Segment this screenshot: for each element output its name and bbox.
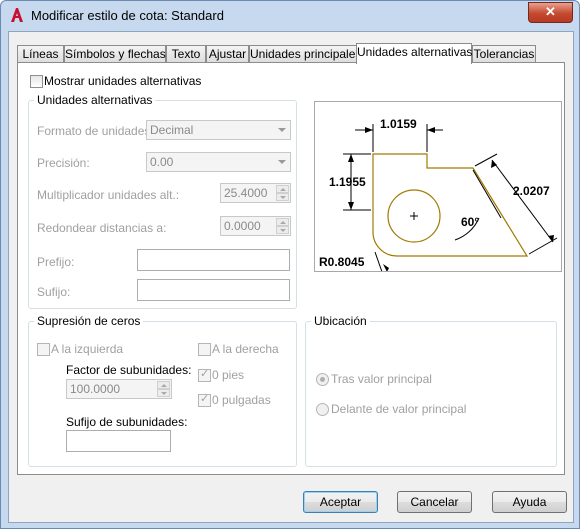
spin-up-icon[interactable] <box>276 185 289 193</box>
round-distances-spinner[interactable]: 0.0000 <box>220 216 291 236</box>
zero-feet-label: 0 pies <box>212 368 245 382</box>
show-alt-units-label: Mostrar unidades alternativas <box>44 74 202 88</box>
cancel-button[interactable]: Cancelar <box>397 491 472 513</box>
radius-text: R0.8045 <box>319 255 365 269</box>
trailing-zeros-label: A la derecha <box>212 342 279 356</box>
subunit-suffix-input[interactable] <box>66 430 171 452</box>
prefix-input[interactable] <box>137 249 290 271</box>
zero-inches-label: 0 pulgadas <box>212 393 271 407</box>
close-button[interactable]: ✕ <box>528 2 573 23</box>
before-primary-radio[interactable] <box>316 403 329 416</box>
precision-label: Precisión: <box>37 156 90 170</box>
show-alt-units-checkbox[interactable] <box>30 75 43 88</box>
part-outline <box>372 153 529 257</box>
unit-format-select[interactable]: Decimal <box>146 120 291 140</box>
alt-units-group-title: Unidades alternativas <box>34 93 156 107</box>
spin-down-icon[interactable] <box>157 389 170 397</box>
chevron-down-icon <box>278 160 286 164</box>
dialog-window: Modificar estilo de cota: Standard ✕ Lín… <box>0 0 580 529</box>
unit-format-label: Formato de unidades: <box>37 124 154 138</box>
tab-panel: Mostrar unidades alternativas Unidades a… <box>17 62 565 475</box>
autocad-app-icon <box>11 8 23 22</box>
subunit-factor-label: Factor de subunidades: <box>66 363 192 377</box>
dim-right-text: 2.0207 <box>513 184 550 198</box>
multiplier-spinner[interactable]: 25.4000 <box>220 183 291 203</box>
window-title: Modificar estilo de cota: Standard <box>31 8 224 23</box>
tab-lineas[interactable]: Líneas <box>17 45 64 63</box>
subunit-factor-spinner[interactable]: 100.0000 <box>66 379 172 399</box>
spin-up-icon[interactable] <box>157 381 170 389</box>
angle-text: 60° <box>461 215 479 229</box>
zero-suppression-title: Supresión de ceros <box>34 314 144 328</box>
placement-group <box>305 321 557 467</box>
leading-zeros-label: A la izquierda <box>51 342 124 356</box>
spin-down-icon[interactable] <box>276 193 289 201</box>
accept-button[interactable]: Aceptar <box>303 491 378 513</box>
spin-up-icon[interactable] <box>276 218 289 226</box>
dim-left-text: 1.1955 <box>329 175 366 189</box>
tab-ajustar[interactable]: Ajustar <box>206 45 249 63</box>
precision-select[interactable]: 0.00 <box>146 152 291 172</box>
zero-feet-checkbox[interactable] <box>198 367 211 382</box>
prefix-label: Prefijo: <box>37 255 75 269</box>
preview-drawing: 1.0159 1.1955 2.0207 60° R0.8045 <box>319 117 558 287</box>
tab-unidades-principales[interactable]: Unidades principales <box>249 45 361 63</box>
chevron-down-icon <box>278 128 286 132</box>
after-primary-label: Tras valor principal <box>331 372 432 386</box>
after-primary-radio[interactable] <box>316 373 329 386</box>
spin-down-icon[interactable] <box>276 226 289 234</box>
dim-top-text: 1.0159 <box>380 117 417 131</box>
leading-zeros-checkbox[interactable] <box>37 343 50 356</box>
suffix-input[interactable] <box>137 279 290 301</box>
before-primary-label: Delante de valor principal <box>331 402 467 416</box>
tab-simbolos-flechas[interactable]: Símbolos y flechas <box>64 45 166 63</box>
placement-title: Ubicación <box>311 314 370 328</box>
title-bar[interactable]: Modificar estilo de cota: Standard ✕ <box>1 1 579 31</box>
tab-texto[interactable]: Texto <box>166 45 206 63</box>
zero-inches-checkbox[interactable] <box>198 392 211 407</box>
suffix-label: Sufijo: <box>37 285 71 299</box>
dialog-body: Líneas Símbolos y flechas Texto Ajustar … <box>8 31 574 523</box>
trailing-zeros-checkbox[interactable] <box>198 343 211 356</box>
close-icon: ✕ <box>545 4 556 19</box>
subunit-suffix-label: Sufijo de subunidades: <box>66 415 188 429</box>
round-distances-label: Redondear distancias a: <box>37 221 167 235</box>
multiplier-label: Multiplicador unidades alt.: <box>37 188 180 202</box>
tab-tolerancias[interactable]: Tolerancias <box>472 45 536 63</box>
help-button[interactable]: Ayuda <box>492 491 567 513</box>
tab-unidades-alternativas[interactable]: Unidades alternativas <box>356 43 472 64</box>
dimension-preview: 1.0159 1.1955 2.0207 60° R0.8045 <box>314 101 562 287</box>
